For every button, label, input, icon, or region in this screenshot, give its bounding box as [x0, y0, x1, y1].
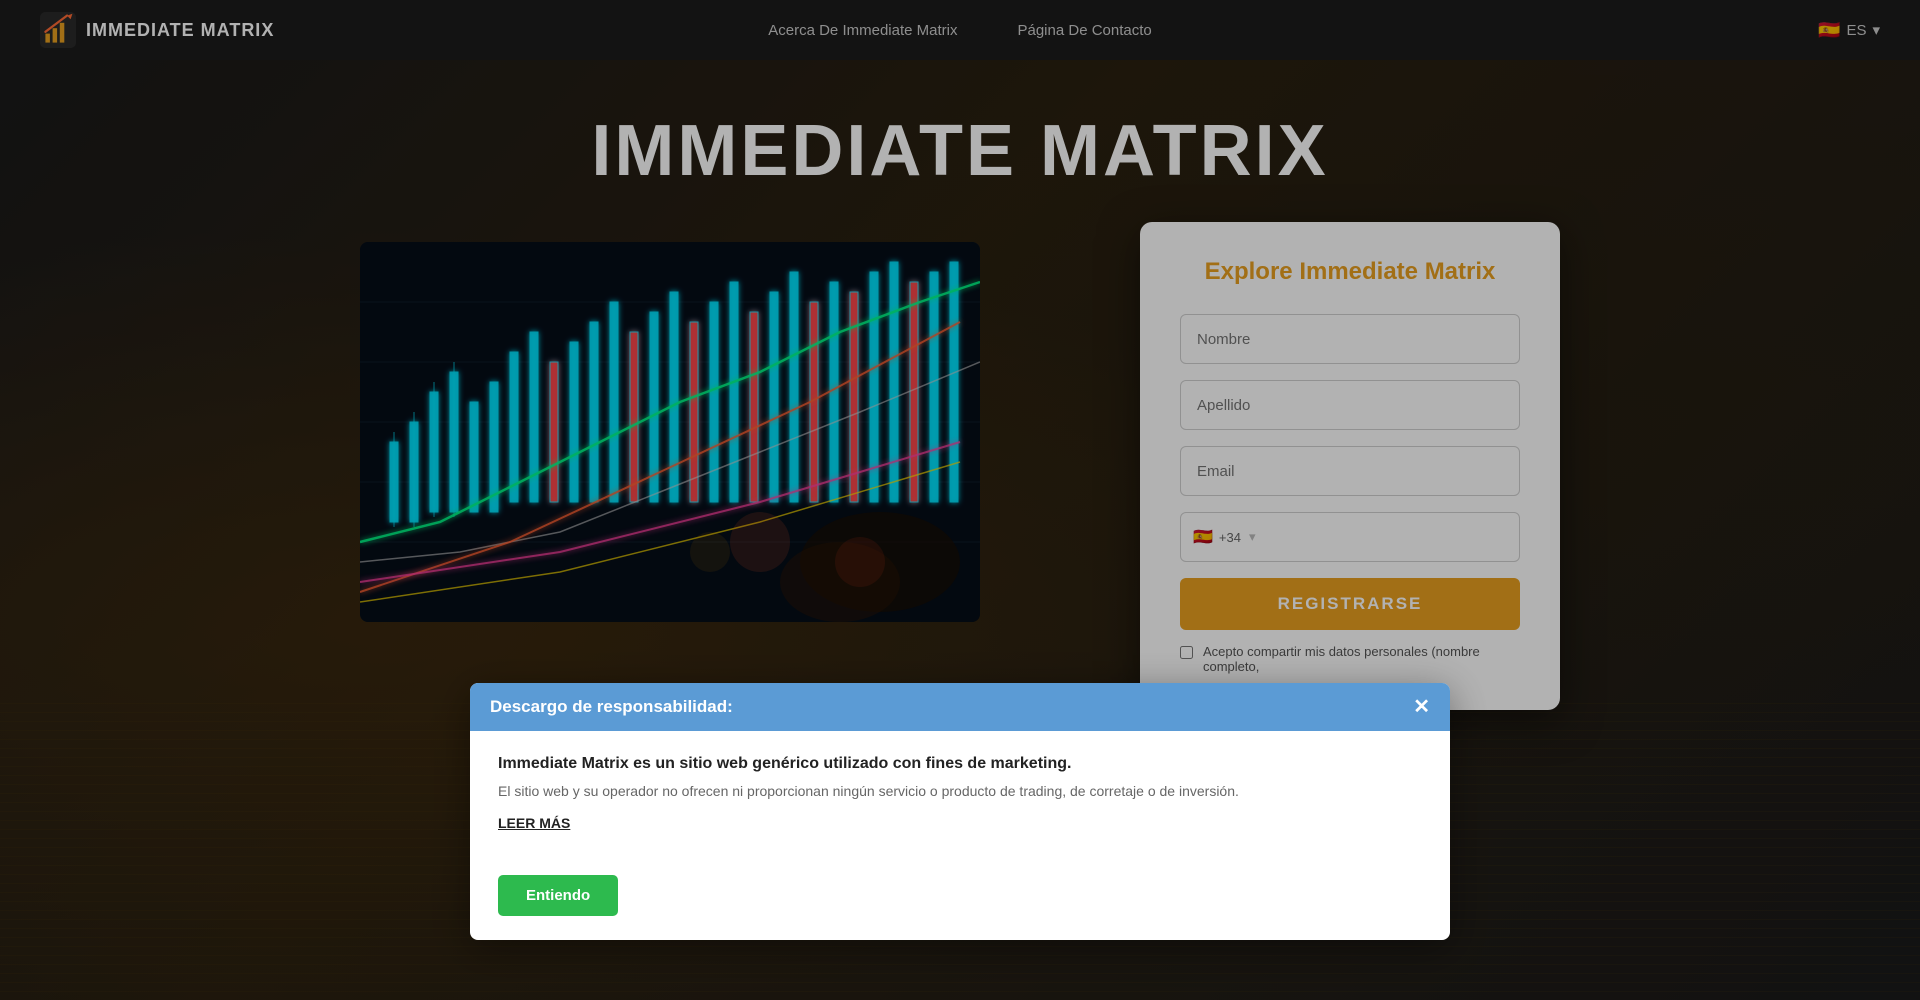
disclaimer-sub-text: El sitio web y su operador no ofrecen ni…	[498, 783, 1422, 799]
disclaimer-read-more-link[interactable]: LEER MÁS	[498, 815, 570, 831]
disclaimer-close-button[interactable]: ✕	[1413, 697, 1430, 717]
disclaimer-footer: Entiendo	[470, 875, 1450, 940]
disclaimer-header-title: Descargo de responsabilidad:	[490, 697, 733, 717]
disclaimer-overlay: Descargo de responsabilidad: ✕ Immediate…	[0, 0, 1920, 1000]
disclaimer-header: Descargo de responsabilidad: ✕	[470, 683, 1450, 731]
disclaimer-body: Immediate Matrix es un sitio web genéric…	[470, 731, 1450, 875]
disclaimer-main-text: Immediate Matrix es un sitio web genéric…	[498, 755, 1422, 773]
disclaimer-box: Descargo de responsabilidad: ✕ Immediate…	[470, 683, 1450, 940]
entiendo-button[interactable]: Entiendo	[498, 875, 618, 916]
